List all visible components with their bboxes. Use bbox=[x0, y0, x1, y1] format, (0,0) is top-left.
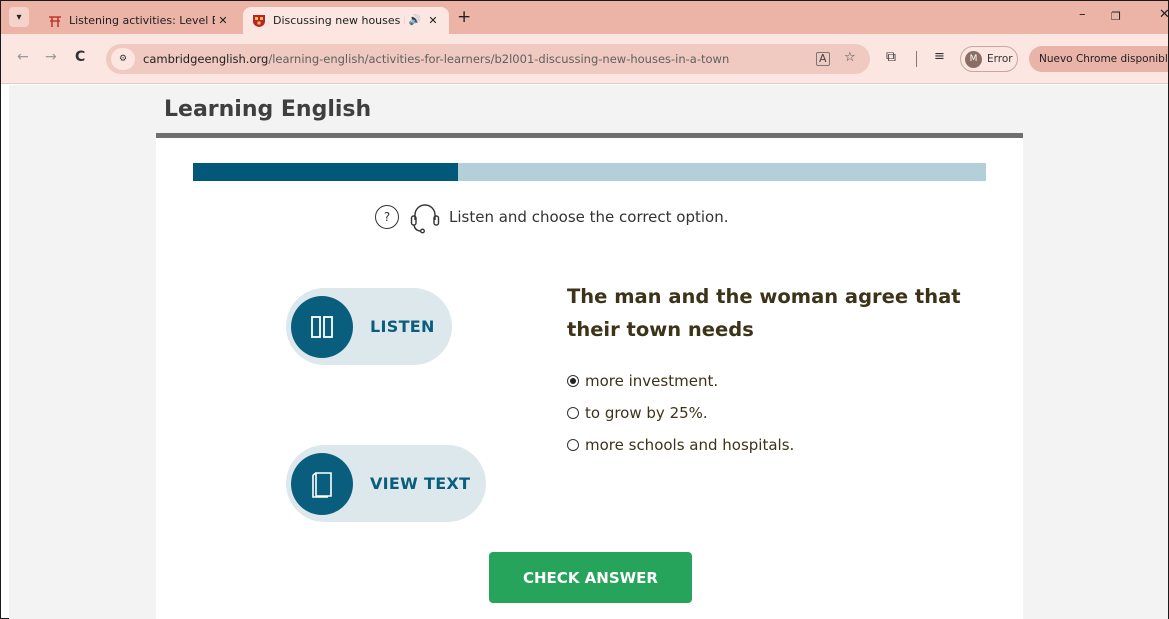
instruction-text: Listen and choose the correct option. bbox=[449, 208, 729, 226]
activity-card: ? Listen and choose the correct option. … bbox=[156, 138, 1023, 619]
close-tab-icon[interactable]: ✕ bbox=[215, 14, 231, 27]
headphones-icon bbox=[407, 200, 443, 234]
cambridge-shield-icon bbox=[251, 13, 267, 29]
progress-fill bbox=[193, 163, 458, 181]
view-text-label: VIEW TEXT bbox=[370, 474, 471, 493]
chevron-down-icon: ▾ bbox=[16, 11, 22, 23]
reload-icon[interactable]: C bbox=[75, 49, 85, 65]
site-info-icon[interactable]: ⚙ bbox=[111, 48, 135, 70]
close-tab-icon[interactable]: ✕ bbox=[425, 14, 441, 27]
site-favicon-icon bbox=[47, 13, 63, 29]
profile-status: Error bbox=[987, 53, 1013, 65]
tab-title: Discussing new houses in a bbox=[273, 14, 405, 27]
answer-options: more investment. to grow by 25%. more sc… bbox=[567, 365, 794, 461]
help-icon[interactable]: ? bbox=[375, 205, 399, 229]
view-text-button[interactable]: VIEW TEXT bbox=[286, 445, 486, 522]
minimize-icon[interactable]: – bbox=[1079, 7, 1086, 22]
speaker-icon[interactable]: 🔊 bbox=[409, 15, 421, 26]
radio-button[interactable] bbox=[567, 439, 579, 451]
extensions-icon[interactable]: ⧉ bbox=[886, 49, 896, 65]
radio-button[interactable] bbox=[567, 407, 579, 419]
tab-title: Listening activities: Level B1-B2 bbox=[69, 14, 215, 27]
answer-option-1[interactable]: more investment. bbox=[567, 365, 794, 397]
media-icon[interactable]: ≡ bbox=[934, 49, 945, 64]
update-label: Nuevo Chrome disponible bbox=[1039, 53, 1169, 65]
tab-strip: ▾ Listening activities: Level B1-B2 ✕ Di… bbox=[1, 1, 1169, 34]
page-title: Learning English bbox=[164, 97, 372, 122]
instruction-row: ? Listen and choose the correct option. bbox=[375, 204, 729, 234]
tab-discussing-new-houses[interactable]: Discussing new houses in a 🔊 ✕ bbox=[243, 7, 449, 34]
radio-button[interactable] bbox=[567, 375, 579, 387]
tab-search-button[interactable]: ▾ bbox=[9, 7, 29, 27]
page-viewport: Learning English ? Listen and choose the… bbox=[9, 85, 1168, 619]
close-icon[interactable]: ✕ bbox=[1159, 7, 1169, 22]
url-text: cambridgeenglish.org/learning-english/ac… bbox=[143, 52, 729, 66]
restore-icon[interactable]: ❐ bbox=[1111, 10, 1121, 23]
url-host: cambridgeenglish.org bbox=[143, 52, 269, 66]
tab-listening-activities[interactable]: Listening activities: Level B1-B2 ✕ bbox=[39, 7, 239, 34]
toolbar-divider bbox=[916, 51, 917, 67]
book-icon bbox=[291, 452, 353, 515]
profile-button[interactable]: M Error bbox=[960, 46, 1018, 72]
back-icon[interactable]: ← bbox=[17, 49, 29, 65]
address-bar[interactable]: ⚙ cambridgeenglish.org/learning-english/… bbox=[106, 44, 870, 74]
avatar: M bbox=[965, 50, 982, 68]
pause-icon bbox=[291, 295, 353, 358]
answer-option-3[interactable]: more schools and hospitals. bbox=[567, 429, 794, 461]
url-path: /learning-english/activities-for-learner… bbox=[268, 52, 730, 66]
check-answer-button[interactable]: CHECK ANSWER bbox=[489, 552, 692, 603]
star-icon[interactable]: ☆ bbox=[844, 50, 856, 65]
question-text: The man and the woman agree that their t… bbox=[567, 285, 961, 341]
answer-label: to grow by 25%. bbox=[585, 404, 708, 422]
translate-icon[interactable]: A bbox=[816, 52, 830, 66]
listen-button[interactable]: LISTEN bbox=[286, 288, 452, 365]
listen-label: LISTEN bbox=[370, 317, 435, 336]
update-chrome-button[interactable]: Nuevo Chrome disponible ⋮ bbox=[1029, 46, 1169, 72]
answer-option-2[interactable]: to grow by 25%. bbox=[567, 397, 794, 429]
answer-label: more investment. bbox=[585, 372, 719, 390]
answer-label: more schools and hospitals. bbox=[585, 436, 795, 454]
browser-toolbar: ← → C ⚙ cambridgeenglish.org/learning-en… bbox=[1, 34, 1169, 84]
progress-bar bbox=[193, 163, 986, 181]
forward-icon[interactable]: → bbox=[45, 49, 57, 65]
new-tab-button[interactable]: + bbox=[457, 8, 471, 26]
